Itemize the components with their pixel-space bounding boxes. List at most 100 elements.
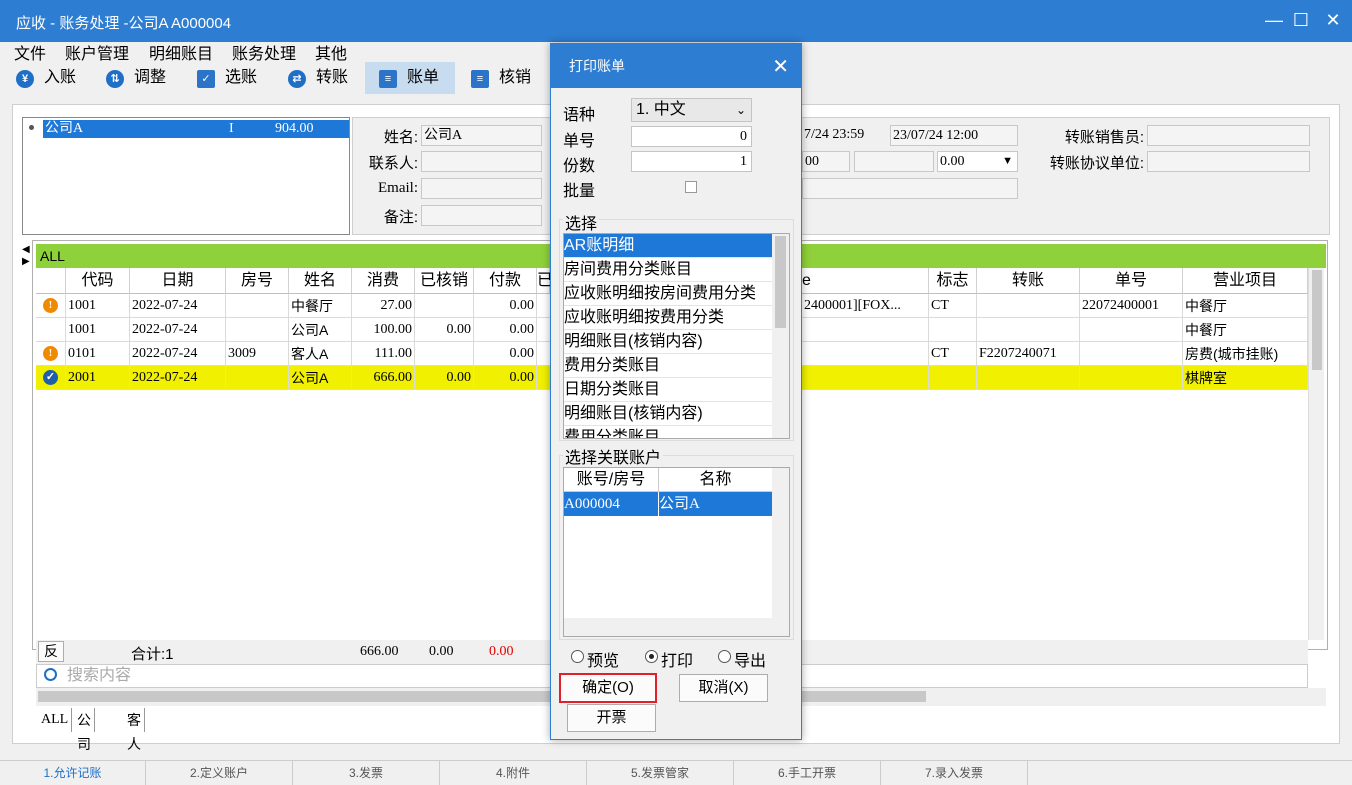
- cell-room[interactable]: [226, 318, 289, 342]
- blank-field[interactable]: [854, 151, 934, 172]
- report-list-item[interactable]: 应收账明细按房间费用分类: [564, 282, 772, 306]
- cell-transfer[interactable]: [977, 318, 1080, 342]
- cell-date[interactable]: 2022-07-24: [130, 294, 226, 318]
- header-consume[interactable]: 消费: [352, 268, 415, 294]
- report-scroll-thumb[interactable]: [775, 236, 786, 328]
- cell-flag[interactable]: CT: [929, 342, 977, 366]
- end-date-field[interactable]: 23/07/24 12:00: [890, 125, 1018, 146]
- status-tab-7[interactable]: 7.录入发票: [881, 761, 1028, 785]
- cell-business[interactable]: 中餐厅: [1183, 318, 1308, 342]
- cell-consume[interactable]: 111.00: [352, 342, 415, 366]
- status-tab-1[interactable]: 1.允许记账: [0, 761, 146, 785]
- cell-code[interactable]: 1001: [66, 318, 130, 342]
- preview-radio[interactable]: [571, 650, 584, 663]
- status-tab-2[interactable]: 2.定义账户: [146, 761, 293, 785]
- tab-guest-1[interactable]: 客人1: [124, 708, 145, 776]
- seller-field[interactable]: [1147, 125, 1310, 146]
- cell-bill[interactable]: [1080, 342, 1183, 366]
- cell-ref[interactable]: [802, 366, 929, 390]
- print-radio[interactable]: [645, 650, 658, 663]
- header-name[interactable]: 姓名: [289, 268, 352, 294]
- account-list[interactable]: 公司A I 904.00: [22, 117, 350, 235]
- header-bill[interactable]: 单号: [1080, 268, 1183, 294]
- cell-written[interactable]: 0.00: [415, 366, 474, 390]
- cell-room[interactable]: 3009: [226, 342, 289, 366]
- cell-business[interactable]: 房费(城市挂账): [1183, 342, 1308, 366]
- report-list-item[interactable]: 日期分类账目: [564, 378, 772, 402]
- select-account-button[interactable]: ✓ 选账: [183, 62, 271, 94]
- header-transfer[interactable]: 转账: [977, 268, 1080, 294]
- cell-bill[interactable]: [1080, 318, 1183, 342]
- cell-ref[interactable]: 2400001][FOX...: [802, 294, 929, 318]
- maximize-icon[interactable]: ☐: [1289, 8, 1313, 32]
- cell-business[interactable]: 棋牌室: [1183, 366, 1308, 390]
- cell-paid[interactable]: 0.00: [474, 294, 537, 318]
- report-list-item[interactable]: 费用分类账目: [564, 426, 772, 438]
- cell-room[interactable]: [226, 366, 289, 390]
- cell-room[interactable]: [226, 294, 289, 318]
- report-list-item[interactable]: 应收账明细按费用分类: [564, 306, 772, 330]
- cell-status[interactable]: ✓: [36, 366, 66, 390]
- batch-checkbox[interactable]: [685, 181, 697, 193]
- header-paid2[interactable]: 已: [537, 268, 553, 294]
- cell-date[interactable]: 2022-07-24: [130, 366, 226, 390]
- cell-paid[interactable]: 0.00: [474, 366, 537, 390]
- start-date-field[interactable]: 7/24 23:59: [802, 125, 888, 146]
- status-tab-4[interactable]: 4.附件: [440, 761, 587, 785]
- close-icon[interactable]: ✕: [1321, 8, 1345, 32]
- cell-name[interactable]: 公司A: [289, 366, 352, 390]
- post-button[interactable]: ¥ 入账: [2, 62, 90, 94]
- dialog-close-icon[interactable]: ✕: [772, 54, 789, 79]
- header-written[interactable]: 已核销: [415, 268, 474, 294]
- cell-transfer[interactable]: [977, 294, 1080, 318]
- cell-status[interactable]: [36, 318, 66, 342]
- cell-written[interactable]: [415, 294, 474, 318]
- report-list-item[interactable]: 房间费用分类账目: [564, 258, 772, 282]
- value-field[interactable]: 00: [802, 151, 850, 172]
- cell-name[interactable]: 中餐厅: [289, 294, 352, 318]
- cell-consume[interactable]: 27.00: [352, 294, 415, 318]
- link-scrollbar[interactable]: [772, 468, 789, 618]
- link-header-account[interactable]: 账号/房号: [564, 468, 659, 492]
- linked-account-table[interactable]: 账号/房号 名称 A000004 公司A: [563, 467, 790, 637]
- cell-bill[interactable]: 22072400001: [1080, 294, 1183, 318]
- report-list-scrollbar[interactable]: [772, 234, 789, 438]
- cell-ref[interactable]: [802, 318, 929, 342]
- status-tab-3[interactable]: 3.发票: [293, 761, 440, 785]
- statement-button[interactable]: ≡ 账单: [365, 62, 455, 94]
- header-business[interactable]: 营业项目: [1183, 268, 1308, 294]
- cell-bill[interactable]: [1080, 366, 1183, 390]
- minimize-icon[interactable]: —: [1262, 8, 1286, 32]
- link-hscrollbar[interactable]: [564, 618, 789, 636]
- header-flag[interactable]: 标志: [929, 268, 977, 294]
- email-field[interactable]: [421, 178, 542, 199]
- cell-code[interactable]: 0101: [66, 342, 130, 366]
- cell-code[interactable]: 1001: [66, 294, 130, 318]
- contact-field[interactable]: [421, 151, 542, 172]
- grid-vertical-scrollbar[interactable]: [1308, 268, 1324, 640]
- adjust-button[interactable]: ⇅ 调整: [92, 62, 180, 94]
- splitter-right-icon[interactable]: ▶: [22, 256, 30, 267]
- cell-date[interactable]: 2022-07-24: [130, 342, 226, 366]
- link-row-account[interactable]: A000004: [564, 492, 659, 516]
- rate-combo[interactable]: 0.00 ▼: [937, 151, 1018, 172]
- invoice-button[interactable]: 开票: [567, 704, 656, 732]
- remark-field[interactable]: [421, 205, 542, 226]
- language-select[interactable]: 1. 中文 ⌄: [631, 98, 752, 122]
- splitter-left-icon[interactable]: ◀: [22, 244, 30, 255]
- status-tab-6[interactable]: 6.手工开票: [734, 761, 881, 785]
- header-room[interactable]: 房号: [226, 268, 289, 294]
- cell-flag[interactable]: CT: [929, 294, 977, 318]
- cell-paid[interactable]: 0.00: [474, 342, 537, 366]
- writeoff-button[interactable]: ≡ 核销: [457, 62, 545, 94]
- export-radio[interactable]: [718, 650, 731, 663]
- cell-transfer[interactable]: F2207240071: [977, 342, 1080, 366]
- cell-written[interactable]: 0.00: [415, 318, 474, 342]
- cell-business[interactable]: 中餐厅: [1183, 294, 1308, 318]
- name-field[interactable]: 公司A: [421, 125, 542, 146]
- cell-name[interactable]: 客人A: [289, 342, 352, 366]
- ok-button[interactable]: 确定(O): [559, 673, 657, 703]
- cell-consume[interactable]: 100.00: [352, 318, 415, 342]
- account-list-item[interactable]: 公司A I 904.00: [43, 120, 349, 138]
- scroll-thumb[interactable]: [1312, 270, 1322, 370]
